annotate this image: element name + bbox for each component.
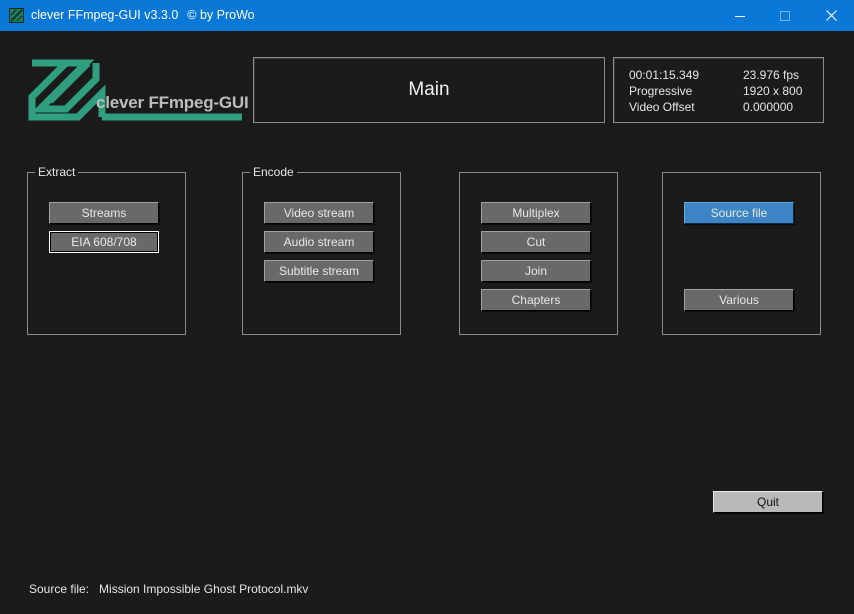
join-button[interactable]: Join bbox=[481, 260, 591, 282]
resolution-value: 1920 x 800 bbox=[743, 84, 803, 98]
source-file-label: Source file: bbox=[29, 582, 90, 596]
maximize-icon bbox=[780, 10, 790, 21]
app-icon bbox=[9, 8, 24, 23]
encode-group: Encode bbox=[242, 165, 401, 335]
app-title: clever FFmpeg-GUI v3.3.0 bbox=[31, 8, 179, 22]
page-title: Main bbox=[408, 79, 450, 100]
fps-value: 23.976 fps bbox=[743, 68, 800, 82]
source-file-button[interactable]: Source file bbox=[684, 202, 794, 224]
logo-text: clever FFmpeg-GUI bbox=[96, 93, 249, 112]
ffmpeg-logo-icon bbox=[28, 59, 242, 121]
video-stream-button[interactable]: Video stream bbox=[264, 202, 374, 224]
various-button[interactable]: Various bbox=[684, 289, 794, 311]
video-offset-value: 0.000000 bbox=[743, 100, 794, 114]
source-file-status: Source file: Mission Impossible Ghost Pro… bbox=[29, 582, 308, 596]
chapters-button[interactable]: Chapters bbox=[481, 289, 591, 311]
close-button[interactable] bbox=[808, 0, 854, 31]
maximize-button[interactable] bbox=[762, 0, 808, 31]
minimize-button[interactable] bbox=[717, 0, 763, 31]
subtitle-stream-button[interactable]: Subtitle stream bbox=[264, 260, 374, 282]
title-bar: clever FFmpeg-GUI v3.3.0 © by ProWo bbox=[0, 0, 854, 31]
streams-button[interactable]: Streams bbox=[49, 202, 159, 224]
media-info-panel: 00:01:15.349 23.976 fps Progressive 1920… bbox=[613, 57, 824, 123]
minimize-icon bbox=[735, 15, 745, 17]
cut-button[interactable]: Cut bbox=[481, 231, 591, 253]
close-icon bbox=[825, 10, 837, 21]
quit-button[interactable]: Quit bbox=[713, 491, 823, 513]
encode-group-label: Encode bbox=[250, 165, 297, 179]
extract-group: Extract bbox=[27, 165, 186, 335]
duration-value: 00:01:15.349 bbox=[629, 68, 700, 82]
copyright-text: © by ProWo bbox=[187, 8, 255, 22]
multiplex-button[interactable]: Multiplex bbox=[481, 202, 591, 224]
audio-stream-button[interactable]: Audio stream bbox=[264, 231, 374, 253]
page-title-panel: Main bbox=[253, 57, 605, 123]
extract-group-label: Extract bbox=[35, 165, 79, 179]
eia-608-708-button[interactable]: EIA 608/708 bbox=[49, 231, 159, 253]
video-offset-label: Video Offset bbox=[629, 100, 695, 114]
scan-type-value: Progressive bbox=[629, 84, 693, 98]
window-title: clever FFmpeg-GUI v3.3.0 © by ProWo bbox=[31, 8, 255, 22]
source-file-name: Mission Impossible Ghost Protocol.mkv bbox=[99, 582, 309, 596]
